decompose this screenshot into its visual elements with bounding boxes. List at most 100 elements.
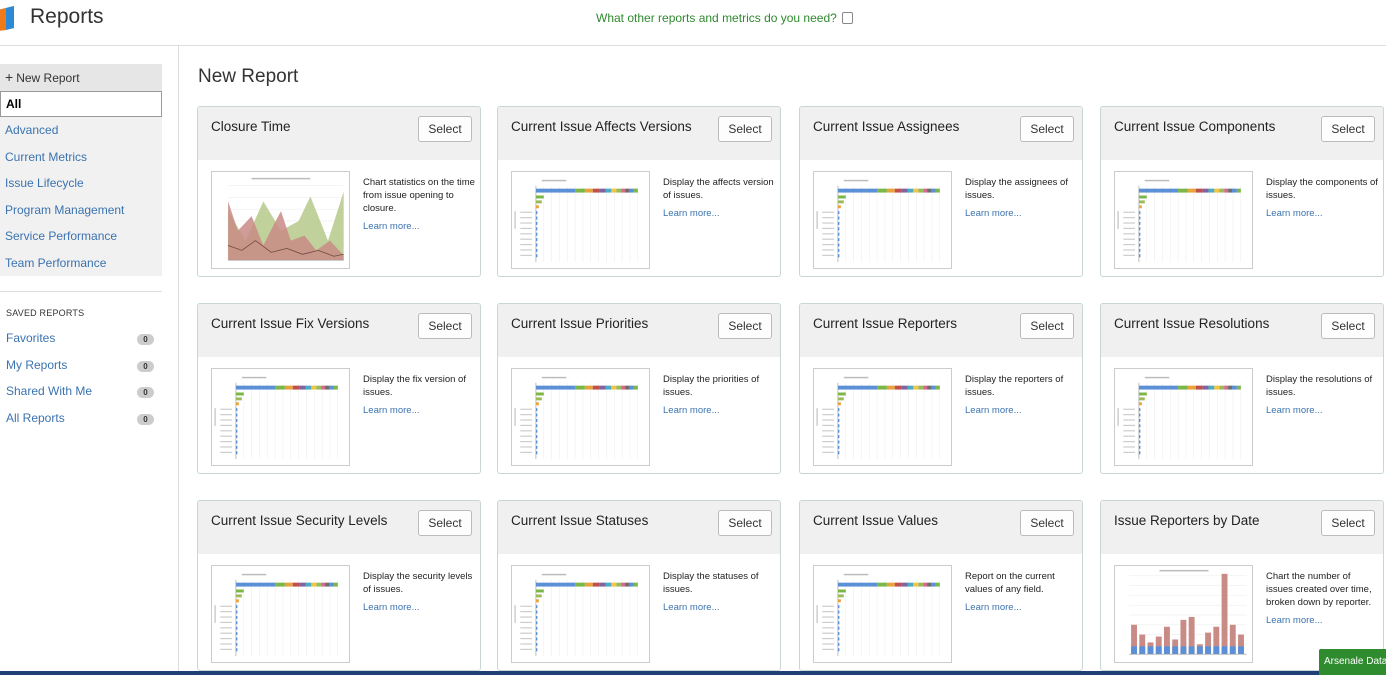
report-card-description: Display the components of issues. Learn m… xyxy=(1266,176,1378,220)
report-card-description: Display the affects version of issues. Le… xyxy=(663,176,775,220)
report-thumbnail-bar-chart xyxy=(1114,368,1253,466)
report-card-header: Current Issue Security Levels Select xyxy=(198,501,480,554)
select-button[interactable]: Select xyxy=(1020,313,1074,339)
count-badge: 0 xyxy=(137,360,154,372)
report-card-header: Current Issue Values Select xyxy=(800,501,1082,554)
feedback-link[interactable]: What other reports and metrics do you ne… xyxy=(596,11,853,25)
feedback-link-text[interactable]: What other reports and metrics do you ne… xyxy=(596,11,837,25)
select-button[interactable]: Select xyxy=(1321,313,1375,339)
learn-more-link[interactable]: Learn more... xyxy=(1266,207,1378,220)
category-all[interactable]: All xyxy=(0,90,162,117)
category-advanced[interactable]: Advanced xyxy=(0,117,162,144)
report-card-current-issue-components: Current Issue Components Select Display th… xyxy=(1100,106,1384,277)
report-thumbnail-stacked-chart xyxy=(1114,565,1253,663)
saved-favorites[interactable]: Favorites 0 xyxy=(0,325,162,352)
select-button[interactable]: Select xyxy=(718,313,772,339)
count-badge: 0 xyxy=(137,334,154,345)
report-description-text: Display the assignees of issues. xyxy=(965,177,1068,201)
select-button[interactable]: Select xyxy=(1020,116,1074,142)
saved-all-reports[interactable]: All Reports 0 xyxy=(0,405,162,432)
report-card-title: Current Issue Priorities xyxy=(511,316,649,331)
learn-more-link[interactable]: Learn more... xyxy=(1266,614,1378,627)
learn-more-link[interactable]: Learn more... xyxy=(663,404,775,417)
category-team-performance[interactable]: Team Performance xyxy=(0,250,162,277)
report-card-current-issue-fix-versions: Current Issue Fix Versions Select Display … xyxy=(197,303,481,474)
saved-my-reports[interactable]: My Reports 0 xyxy=(0,352,162,379)
select-button[interactable]: Select xyxy=(718,510,772,536)
report-card-description: Chart statistics on the time from issue … xyxy=(363,176,475,233)
select-button[interactable]: Select xyxy=(1321,116,1375,142)
learn-more-link[interactable]: Learn more... xyxy=(1266,404,1378,417)
report-thumbnail-bar-chart xyxy=(511,565,650,663)
new-report-button[interactable]: + New Report xyxy=(0,64,162,91)
select-button[interactable]: Select xyxy=(418,313,472,339)
report-card-description: Display the resolutions of issues. Learn … xyxy=(1266,373,1378,417)
learn-more-link[interactable]: Learn more... xyxy=(663,207,775,220)
report-thumbnail-bar-chart xyxy=(211,565,350,663)
learn-more-link[interactable]: Learn more... xyxy=(363,601,475,614)
report-card-description: Display the assignees of issues. Learn mo… xyxy=(965,176,1077,220)
app-title: Reports xyxy=(30,5,104,28)
count-badge: 0 xyxy=(137,414,154,426)
saved-reports-heading: SAVED REPORTS xyxy=(6,308,85,318)
report-card-current-issue-reporters: Current Issue Reporters Select Display the… xyxy=(799,303,1083,474)
report-card-title: Current Issue Security Levels xyxy=(211,513,388,528)
select-button[interactable]: Select xyxy=(1321,510,1375,536)
saved-item-label[interactable]: My Reports xyxy=(6,358,67,372)
learn-more-link[interactable]: Learn more... xyxy=(663,601,775,614)
arsenale-data-toast[interactable]: Arsenale Data xyxy=(1319,649,1386,675)
report-thumbnail-bar-chart xyxy=(813,565,952,663)
category-service-performance[interactable]: Service Performance xyxy=(0,223,162,250)
category-program-management[interactable]: Program Management xyxy=(0,197,162,224)
select-button[interactable]: Select xyxy=(1020,510,1074,536)
category-issue-lifecycle[interactable]: Issue Lifecycle xyxy=(0,170,162,197)
report-card-header: Current Issue Priorities Select xyxy=(498,304,780,357)
learn-more-link[interactable]: Learn more... xyxy=(965,207,1077,220)
report-card-header: Current Issue Statuses Select xyxy=(498,501,780,554)
learn-more-link[interactable]: Learn more... xyxy=(965,601,1077,614)
report-description-text: Report on the current values of any fiel… xyxy=(965,571,1055,595)
report-card-title: Current Issue Resolutions xyxy=(1114,316,1270,331)
report-description-text: Display the priorities of issues. xyxy=(663,374,760,398)
learn-more-link[interactable]: Learn more... xyxy=(363,220,475,233)
learn-more-link[interactable]: Learn more... xyxy=(965,404,1077,417)
report-card-description: Display the priorities of issues. Learn m… xyxy=(663,373,775,417)
report-description-text: Display the statuses of issues. xyxy=(663,571,759,595)
report-card-title: Current Issue Assignees xyxy=(813,119,960,134)
select-button[interactable]: Select xyxy=(418,510,472,536)
report-description-text: Display the affects version of issues. xyxy=(663,177,774,201)
select-button[interactable]: Select xyxy=(418,116,472,142)
reports-logo-icon xyxy=(0,6,14,31)
sidebar-divider xyxy=(0,291,162,292)
report-card-header: Current Issue Resolutions Select xyxy=(1101,304,1383,357)
report-card-header: Closure Time Select xyxy=(198,107,480,160)
report-card-title: Current Issue Reporters xyxy=(813,316,958,331)
comment-icon[interactable] xyxy=(841,12,853,24)
report-card-title: Current Issue Affects Versions xyxy=(511,119,692,134)
plus-icon: + xyxy=(5,69,14,85)
report-card-description: Chart the number of issues created over … xyxy=(1266,570,1378,627)
report-card-current-issue-assignees: Current Issue Assignees Select Display the… xyxy=(799,106,1083,277)
report-card-current-issue-statuses: Current Issue Statuses Select Display the … xyxy=(497,500,781,671)
report-category-nav: + New Report All Advanced Current Metrics… xyxy=(0,64,162,276)
report-card-closure-time: Closure Time Select Chart statistics on th… xyxy=(197,106,481,277)
report-card-header: Current Issue Fix Versions Select xyxy=(198,304,480,357)
report-card-title: Issue Reporters by Date xyxy=(1114,513,1260,528)
saved-shared-with-me[interactable]: Shared With Me 0 xyxy=(0,378,162,405)
saved-item-label[interactable]: All Reports xyxy=(6,411,65,425)
report-card-current-issue-values: Current Issue Values Select Report on the … xyxy=(799,500,1083,671)
report-description-text: Chart statistics on the time from issue … xyxy=(363,177,475,214)
saved-item-label[interactable]: Shared With Me xyxy=(6,384,92,398)
report-card-title: Current Issue Statuses xyxy=(511,513,649,528)
report-card-description: Display the fix version of issues. Learn … xyxy=(363,373,475,417)
saved-item-label[interactable]: Favorites xyxy=(6,331,55,345)
report-thumbnail-bar-chart xyxy=(211,368,350,466)
category-current-metrics[interactable]: Current Metrics xyxy=(0,144,162,171)
report-thumbnail-bar-chart xyxy=(511,171,650,269)
report-card-header: Current Issue Affects Versions Select xyxy=(498,107,780,160)
select-button[interactable]: Select xyxy=(718,116,772,142)
report-thumbnail-bar-chart xyxy=(1114,171,1253,269)
new-report-label: New Report xyxy=(16,71,80,85)
report-card-title: Current Issue Values xyxy=(813,513,939,528)
learn-more-link[interactable]: Learn more... xyxy=(363,404,475,417)
